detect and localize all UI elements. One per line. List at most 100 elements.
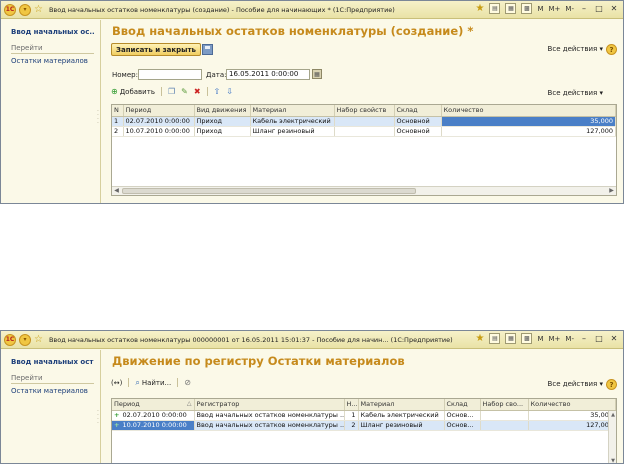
back-button[interactable]: (↔) bbox=[111, 379, 122, 387]
copy-row-icon[interactable]: ❐ bbox=[168, 87, 175, 96]
table-cell[interactable]: 2 bbox=[112, 126, 124, 137]
nav-panel-title[interactable]: Ввод начальных ос... bbox=[11, 28, 94, 36]
table-cell-active[interactable]: 35,000 bbox=[441, 116, 616, 127]
table-cell[interactable] bbox=[334, 126, 395, 137]
maximize-icon[interactable]: □ bbox=[594, 4, 604, 13]
memory-plus-button[interactable]: M+ bbox=[549, 5, 561, 13]
1c-logo-icon[interactable]: 1С bbox=[4, 3, 16, 16]
nav-link-material-balances[interactable]: Остатки материалов bbox=[11, 387, 94, 395]
copy-link-icon[interactable]: ▤ bbox=[489, 3, 501, 14]
close-icon[interactable]: ✕ bbox=[609, 4, 619, 13]
table-cell[interactable]: 127,000 bbox=[441, 126, 616, 137]
window-titlebar[interactable]: 1С ▾ ☆ Ввод начальных остатков номенклат… bbox=[1, 1, 623, 19]
save-icon[interactable]: ▦ bbox=[505, 3, 517, 14]
cancel-search-icon[interactable]: ⊘ bbox=[184, 378, 191, 387]
panel-resize-grip[interactable]: · · · · bbox=[97, 109, 99, 127]
favorites-star-icon[interactable]: ☆ bbox=[34, 334, 43, 345]
date-field[interactable]: 16.05.2011 0:00:00 bbox=[226, 69, 310, 80]
table-cell[interactable]: Ввод начальных остатков номенклатуры ... bbox=[194, 410, 345, 421]
memory-button[interactable]: M bbox=[537, 5, 543, 13]
column-header[interactable]: Материал bbox=[358, 399, 445, 411]
1c-logo-icon[interactable]: 1С bbox=[4, 333, 16, 346]
scroll-right-icon[interactable]: ▶ bbox=[607, 187, 616, 195]
number-field[interactable] bbox=[138, 69, 202, 80]
table-cell[interactable] bbox=[480, 420, 529, 431]
table-cell[interactable]: Приход bbox=[194, 126, 251, 137]
table-cell-active[interactable]: +10.07.2010 0:00:00 bbox=[112, 420, 195, 431]
column-header[interactable]: Склад bbox=[444, 399, 481, 411]
table-cell[interactable]: 02.07.2010 0:00:00 bbox=[123, 116, 195, 127]
table-cell[interactable]: Шланг резиновый bbox=[358, 420, 445, 431]
table-row[interactable]: +02.07.2010 0:00:00 Ввод начальных остат… bbox=[112, 410, 616, 421]
delete-row-icon[interactable]: ✖ bbox=[194, 87, 201, 96]
add-favorite-star-icon[interactable]: ★ bbox=[476, 333, 485, 344]
table-cell[interactable]: Ввод начальных остатков номенклатуры ... bbox=[194, 420, 345, 431]
column-header[interactable]: Склад bbox=[394, 105, 442, 117]
copy-link-icon[interactable]: ▤ bbox=[489, 333, 501, 344]
column-header[interactable]: Период △ bbox=[112, 399, 195, 411]
close-icon[interactable]: ✕ bbox=[609, 334, 619, 343]
column-header[interactable]: Регистратор bbox=[194, 399, 345, 411]
scroll-up-icon[interactable]: ▲ bbox=[609, 411, 616, 419]
table-row[interactable]: 2 10.07.2010 0:00:00 Приход Шланг резино… bbox=[112, 126, 616, 137]
table-cell[interactable]: 127,000 bbox=[528, 420, 616, 431]
memory-minus-button[interactable]: M- bbox=[565, 335, 574, 343]
minimize-icon[interactable]: – bbox=[579, 4, 589, 13]
table-cell[interactable] bbox=[334, 116, 395, 127]
memory-plus-button[interactable]: M+ bbox=[549, 335, 561, 343]
horizontal-scrollbar[interactable]: ◀ ▶ bbox=[112, 186, 616, 195]
table-cell[interactable]: Основной bbox=[394, 116, 442, 127]
memory-button[interactable]: M bbox=[537, 335, 543, 343]
register-records-table[interactable]: Период △ Регистратор Н... Материал Склад … bbox=[111, 398, 617, 463]
table-cell[interactable]: Кабель электрический bbox=[250, 116, 335, 127]
table-cell[interactable]: Шланг резиновый bbox=[250, 126, 335, 137]
favorites-star-icon[interactable]: ☆ bbox=[34, 4, 43, 15]
scroll-down-icon[interactable]: ▼ bbox=[609, 457, 616, 463]
calendar-icon[interactable]: ▩ bbox=[521, 3, 533, 14]
table-cell[interactable]: Основ... bbox=[444, 420, 481, 431]
move-down-icon[interactable]: ⇩ bbox=[226, 87, 233, 96]
minimize-icon[interactable]: – bbox=[579, 334, 589, 343]
column-header[interactable]: Период bbox=[123, 105, 195, 117]
table-cell[interactable]: Основ... bbox=[444, 410, 481, 421]
window-titlebar[interactable]: 1С ▾ ☆ Ввод начальных остатков номенклат… bbox=[1, 331, 623, 349]
all-actions-menu[interactable]: Все действия ▾ bbox=[548, 45, 603, 53]
movements-table[interactable]: N Период Вид движения Материал Набор сво… bbox=[111, 104, 617, 196]
save-icon[interactable]: ▦ bbox=[505, 333, 517, 344]
panel-resize-grip[interactable]: · · · · bbox=[97, 409, 99, 427]
scroll-left-icon[interactable]: ◀ bbox=[112, 187, 121, 195]
table-cell[interactable]: 10.07.2010 0:00:00 bbox=[123, 126, 195, 137]
column-header[interactable]: Материал bbox=[250, 105, 335, 117]
find-button[interactable]: ⌕ Найти... bbox=[135, 378, 171, 387]
save-and-close-button[interactable]: Записать и закрыть bbox=[111, 43, 201, 56]
write-icon[interactable] bbox=[202, 44, 213, 55]
help-button[interactable]: ? bbox=[606, 379, 617, 390]
table-cell[interactable]: 1 bbox=[344, 410, 359, 421]
column-header[interactable]: Количество bbox=[528, 399, 616, 411]
column-header[interactable]: N bbox=[112, 105, 124, 117]
nav-panel-title[interactable]: Ввод начальных ост... bbox=[11, 358, 94, 366]
nav-link-material-balances[interactable]: Остатки материалов bbox=[11, 57, 94, 65]
table-cell[interactable]: +02.07.2010 0:00:00 bbox=[112, 410, 195, 421]
table-cell[interactable]: Кабель электрический bbox=[358, 410, 445, 421]
column-header[interactable]: Набор свойств bbox=[334, 105, 395, 117]
calendar-icon[interactable]: ▩ bbox=[521, 333, 533, 344]
table-cell[interactable]: 2 bbox=[344, 420, 359, 431]
column-header[interactable]: Количество bbox=[441, 105, 616, 117]
main-menu-icon[interactable]: ▾ bbox=[19, 333, 31, 346]
table-row[interactable]: 1 02.07.2010 0:00:00 Приход Кабель элект… bbox=[112, 116, 616, 127]
scroll-thumb[interactable] bbox=[122, 188, 416, 194]
all-actions-menu[interactable]: Все действия ▾ bbox=[548, 380, 603, 388]
add-favorite-star-icon[interactable]: ★ bbox=[476, 3, 485, 14]
table-row[interactable]: +10.07.2010 0:00:00 Ввод начальных остат… bbox=[112, 420, 616, 431]
main-menu-icon[interactable]: ▾ bbox=[19, 3, 31, 16]
maximize-icon[interactable]: □ bbox=[594, 334, 604, 343]
date-picker-icon[interactable]: ▦ bbox=[312, 69, 322, 79]
column-header[interactable]: Н... bbox=[344, 399, 359, 411]
edit-row-icon[interactable]: ✎ bbox=[181, 87, 188, 96]
help-button[interactable]: ? bbox=[606, 44, 617, 55]
column-header[interactable]: Вид движения bbox=[194, 105, 251, 117]
table-cell[interactable]: Приход bbox=[194, 116, 251, 127]
table-all-actions-menu[interactable]: Все действия ▾ bbox=[548, 89, 603, 97]
table-cell[interactable]: 1 bbox=[112, 116, 124, 127]
